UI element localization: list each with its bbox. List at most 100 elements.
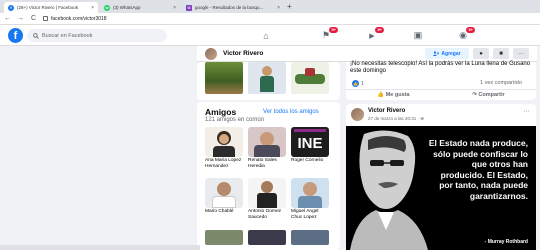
friend-photo[interactable]: INE [291, 127, 329, 157]
quote-author: - Murray Rothbard [484, 239, 528, 245]
friend-photo[interactable] [205, 178, 243, 208]
friends-card [197, 102, 340, 250]
friend-name[interactable]: Renato Sales Heredia [248, 158, 286, 170]
post-options-icon[interactable]: ··· [523, 108, 530, 115]
thumbs-up-icon: 👍 [377, 92, 385, 98]
ine-logo: INE [297, 135, 323, 152]
profile-name[interactable]: Victor Rivero [223, 50, 263, 57]
close-tab-icon[interactable]: × [277, 5, 280, 11]
search-placeholder: Buscar en Facebook [42, 32, 93, 39]
reaction-count[interactable]: 👍 1 [352, 80, 364, 87]
tab-facebook[interactable]: f (28+) Victor Rivero | Facebook × [4, 2, 98, 13]
facebook-top-nav: f Buscar en Facebook ⌂ ⚑ 9+ ▶ 9+ ▣ ◉ 9+ [0, 25, 540, 46]
lock-icon [43, 16, 48, 21]
profile-header: Victor Rivero Agregar ● ■ ··· [197, 46, 537, 62]
messenger-icon: ● [479, 50, 483, 57]
post-timestamp[interactable]: 27 de marzo a las 20:31 · ⊕ [368, 116, 424, 122]
friend-item[interactable]: Miguel Angel Chuc Lopez [291, 178, 329, 221]
add-friend-label: Agregar [441, 50, 461, 57]
friend-photo[interactable] [248, 230, 286, 245]
post-header: Victor Rivero 27 de marzo a las 20:31 · … [346, 104, 536, 126]
friend-name[interactable]: Ana Maria Lopez Hernandez [205, 158, 243, 170]
messenger-button[interactable]: ● [473, 48, 489, 59]
post-link-text[interactable]: ¡No necesitas telescopio! Así la podrás … [350, 61, 536, 75]
flag-icon[interactable]: ⚑ 9+ [318, 27, 338, 42]
friend-item[interactable]: Antonio Gomez Saucedo [248, 178, 286, 221]
like-button[interactable]: 👍 Me gusta [377, 92, 409, 98]
forward-icon[interactable]: → [17, 15, 24, 22]
friend-name[interactable]: Miguel Angel Chuc Lopez [291, 209, 329, 221]
add-user-icon [433, 51, 440, 56]
facebook-logo-icon[interactable]: f [8, 28, 23, 43]
share-button[interactable]: ↷ Compartir [472, 92, 504, 98]
friend-name[interactable]: Mario Chablé [205, 209, 243, 215]
friend-photo[interactable] [248, 127, 286, 157]
friend-name[interactable]: Roger Cornelio [291, 158, 329, 164]
more-icon: ··· [518, 50, 524, 57]
reload-icon[interactable]: C [30, 15, 37, 22]
share-icon: ↷ [472, 92, 477, 98]
home-icon[interactable]: ⌂ [258, 29, 274, 42]
close-tab-icon[interactable]: × [173, 5, 176, 11]
groups-icon[interactable]: ◉ 9+ [455, 27, 475, 42]
whatsapp-favicon-icon: w [104, 4, 110, 11]
camera-icon: ■ [499, 50, 503, 57]
home-glyph: ⌂ [263, 30, 269, 41]
friend-photo[interactable] [205, 230, 243, 245]
friends-title[interactable]: Amigos [205, 107, 236, 117]
like-reaction-icon: 👍 [352, 80, 359, 87]
browser-tab-bar: f (28+) Victor Rivero | Facebook × w (3)… [0, 0, 540, 13]
avatar[interactable] [205, 48, 217, 60]
video-icon[interactable]: ▶ 9+ [364, 27, 384, 42]
notification-badge: 9+ [375, 27, 384, 33]
tab-whatsapp[interactable]: w (3) WhatsApp × [100, 2, 180, 13]
see-all-friends-link[interactable]: Ver todos los amigos [263, 109, 319, 115]
more-button[interactable]: ··· [513, 48, 529, 59]
friend-photo[interactable] [291, 230, 329, 245]
friend-photo[interactable] [291, 178, 329, 208]
new-tab-button[interactable]: + [287, 2, 292, 11]
tab-title: google - Resultados de la busqu... [195, 5, 264, 10]
quote-image[interactable]: El Estado nada produce, sólo puede confi… [346, 126, 536, 250]
share-label: Compartir [478, 92, 505, 98]
video-glyph: ▶ [369, 32, 375, 40]
tab-title: (3) WhatsApp [113, 5, 141, 10]
photos-card [197, 62, 340, 100]
friend-item[interactable]: Renato Sales Heredia [248, 127, 286, 170]
marketplace-glyph: ▣ [413, 30, 423, 40]
friend-photo[interactable] [205, 127, 243, 157]
back-icon[interactable]: ← [4, 15, 11, 22]
camera-button[interactable]: ■ [493, 48, 509, 59]
mutual-friends-count: 121 amigos en común [205, 117, 265, 123]
address-bar: ← → C facebook.com/victor3018 [0, 13, 540, 25]
like-count: 1 [361, 80, 365, 87]
friend-item[interactable]: Mario Chablé [205, 178, 243, 215]
tab-google[interactable]: G google - Resultados de la busqu... × [182, 2, 284, 13]
friend-photo[interactable] [248, 178, 286, 208]
facebook-favicon-icon: f [8, 4, 14, 11]
url-text: facebook.com/victor3018 [51, 15, 107, 22]
share-count[interactable]: 1 vez compartido [480, 80, 522, 86]
tab-title: (28+) Victor Rivero | Facebook [17, 5, 78, 10]
marketplace-icon[interactable]: ▣ [410, 29, 426, 42]
post-actions: 👍 Me gusta ↷ Compartir [346, 89, 536, 100]
avatar[interactable] [351, 108, 364, 121]
url-field[interactable]: facebook.com/victor3018 [43, 16, 107, 22]
photo-thumbnail[interactable] [248, 62, 286, 94]
add-friend-button[interactable]: Agregar [425, 48, 469, 59]
search-icon [33, 32, 39, 39]
photo-thumbnail[interactable] [205, 62, 243, 94]
notification-badge: 9+ [466, 27, 475, 33]
browser-status-bar [0, 245, 200, 250]
friend-item[interactable]: Ana Maria Lopez Hernandez [205, 127, 243, 170]
post-author[interactable]: Victor Rivero [368, 108, 405, 114]
google-favicon-icon: G [186, 4, 192, 11]
friend-name[interactable]: Antonio Gomez Saucedo [248, 209, 286, 221]
like-label: Me gusta [385, 92, 410, 98]
friend-item[interactable]: INE Roger Cornelio [291, 127, 329, 164]
photo-thumbnail[interactable] [291, 62, 329, 94]
notification-badge: 9+ [329, 27, 338, 33]
search-input[interactable]: Buscar en Facebook [27, 29, 167, 42]
quote-text: El Estado nada produce, sólo puede confi… [428, 138, 528, 201]
close-tab-icon[interactable]: × [91, 5, 94, 11]
